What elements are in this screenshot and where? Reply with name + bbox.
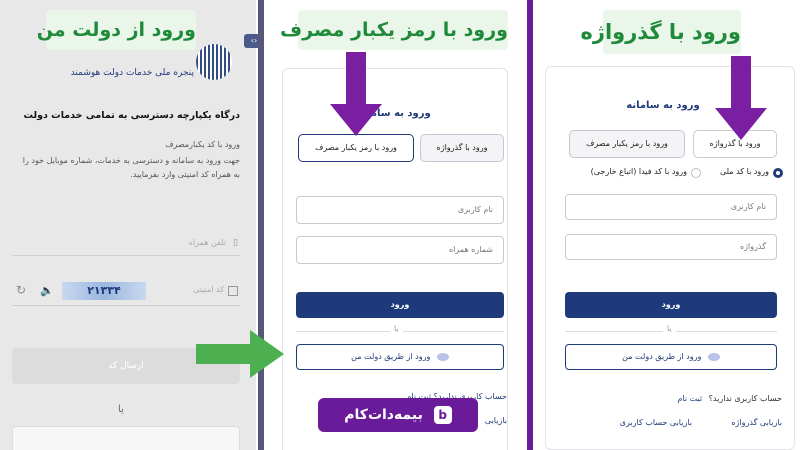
callout-password: ورود با گذرواژه (580, 10, 741, 54)
fingerprint-icon (436, 352, 449, 361)
dolat-login-label: ورود از طریق دولت من (351, 352, 431, 361)
logo-icon (196, 44, 232, 80)
refresh-icon[interactable]: ↻ (16, 283, 26, 297)
otp-subheading: ورود با کد یکبارمصرف (165, 140, 240, 149)
speaker-icon[interactable]: 🔈 (40, 284, 54, 297)
radio-fida-label: ورود با کد فیدا (اتباع خارجی) (590, 167, 687, 176)
username-input[interactable]: نام کاربری (565, 194, 777, 220)
brand-badge: b بیمه‌دات‌کام (318, 398, 478, 432)
green-arrow-body (196, 344, 252, 364)
arrow-down-icon (731, 56, 751, 110)
radio-selected-icon (773, 168, 783, 178)
dolat-login-label: ورود از طریق دولت من (622, 352, 702, 361)
dolat-login-button[interactable]: ورود از طریق دولت من (565, 344, 777, 370)
page-heading: درگاه یکپارچه دسترسی به تمامی خدمات دولت (23, 110, 240, 121)
arrow-down-head (330, 104, 382, 136)
captcha-row: کد امنیتی ۲۱۳۳۴ 🔈 ↻ (12, 280, 240, 306)
phone-placeholder: تلفن همراه (188, 238, 226, 247)
recover-link[interactable]: بازیابی (485, 416, 507, 425)
checkbox-icon (228, 286, 238, 296)
brand-icon: b (433, 406, 452, 424)
password-input[interactable]: گذرواژه (565, 234, 777, 260)
desc-line-1: جهت ورود به سامانه و دسترسی به خدمات، شم… (22, 156, 240, 165)
signup-link[interactable]: ثبت نام (677, 394, 702, 403)
radio-empty-icon (691, 168, 701, 178)
tab-otp[interactable]: ورود با رمز یکبار مصرف (298, 134, 414, 162)
no-account-text: حساب کاربری ندارید؟ ثبت نام (677, 394, 782, 403)
arrow-down-icon (346, 52, 366, 106)
card-title: ورود به سامانه (626, 100, 700, 111)
dolat-login-button[interactable]: ورود از طریق دولت من (296, 344, 504, 370)
captcha-label: کد امنیتی (193, 285, 224, 294)
login-button[interactable]: ورود (565, 292, 777, 318)
or-label: یا (118, 404, 124, 415)
no-account-label: حساب کاربری ندارید؟ (708, 394, 782, 403)
brand-label: بیمه‌دات‌کام (344, 407, 423, 423)
logo-title: پنجره ملی خدمات دولت هوشمند (70, 68, 194, 78)
or-label: یا (663, 324, 676, 333)
panel-otp: ورود به سامانه ورود با رمز یکبار مصرف ور… (264, 0, 527, 450)
fingerprint-icon (707, 352, 720, 361)
mobile-input[interactable]: شماره همراه (296, 236, 504, 264)
or-label: یا (390, 324, 403, 333)
radio-fida[interactable]: ورود با کد فیدا (اتباع خارجی) (569, 166, 701, 180)
arrow-down-head (715, 108, 767, 140)
radio-national[interactable]: ورود با کد ملی (703, 166, 783, 180)
recover-password-link[interactable]: بازیابی گذرواژه (731, 418, 782, 427)
green-arrow-head (250, 330, 284, 378)
desc-line-2: به همراه کد امنیتی وارد بفرمایید. (130, 170, 240, 179)
tab-otp[interactable]: ورود با رمز یکبار مصرف (569, 130, 685, 158)
phone-input[interactable]: ▯ تلفن همراه (12, 232, 240, 256)
radio-national-label: ورود با کد ملی (719, 167, 769, 176)
username-input[interactable]: نام کاربری (296, 196, 504, 224)
recover-account-link[interactable]: بازیابی حساب کاربری (620, 418, 692, 427)
callout-dolat-man: ورود از دولت من (37, 10, 196, 50)
bottom-field (12, 426, 240, 450)
login-button[interactable]: ورود (296, 292, 504, 318)
tab-password[interactable]: ورود با گذرواژه (420, 134, 504, 162)
callout-otp: ورود با رمز یکبار مصرف (280, 10, 508, 50)
captcha-image: ۲۱۳۳۴ (62, 282, 146, 300)
panel-password: ورود به سامانه ورود با گذرواژه ورود با ر… (533, 0, 800, 450)
phone-icon: ▯ (233, 238, 238, 248)
panel-dolat-man: پنجره ملی خدمات دولت هوشمند درگاه یکپارچ… (0, 0, 256, 450)
